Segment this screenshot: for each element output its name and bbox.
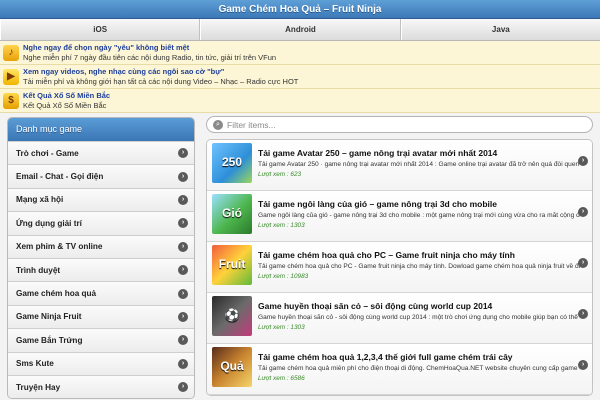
page-title: Game Chém Hoa Quả – Fruit Ninja [218, 4, 382, 15]
list-item[interactable]: Quả Tải game chém hoa quả 1,2,3,4 thế gi… [207, 344, 592, 395]
promo-banner-1[interactable]: ♪ Nghe ngay để chọn ngày "yêu" không biế… [0, 41, 600, 65]
item-title: Tải game chém hoa quả cho PC – Game frui… [258, 250, 515, 260]
item-view-count: Lượt xem : 10983 [258, 273, 309, 280]
item-description: Tải game Avatar 250 · game nông trại ava… [258, 161, 580, 168]
sidebar-item-label: Trình duyệt [16, 265, 61, 275]
promo-desc: Nghe miễn phí 7 ngày đầu tiên các nội du… [23, 52, 277, 62]
chevron-right-icon: › [578, 258, 588, 268]
sidebar-item-tro-choi[interactable]: Trò chơi - Game › [8, 141, 194, 165]
sidebar-item-label: Mạng xã hội [16, 195, 64, 205]
item-description: Tải game chém hoa quả cho PC - Game frui… [258, 263, 580, 270]
chevron-right-icon: › [178, 218, 188, 229]
sidebar-item-ung-dung[interactable]: Ứng dụng giải trí › [8, 211, 194, 235]
filter-input[interactable] [227, 119, 567, 130]
lottery-icon: $ [3, 92, 19, 109]
sidebar-item-ninja-fruit[interactable]: Game Ninja Fruit › [8, 304, 194, 329]
chevron-right-icon: › [578, 207, 588, 217]
item-title: Tải game chém hoa quả 1,2,3,4 thế giới f… [258, 352, 513, 362]
game-thumbnail: Fruit [212, 245, 252, 285]
chevron-right-icon: › [178, 265, 188, 276]
item-title: Tải game ngôi làng của gió – game nông t… [258, 199, 497, 209]
chevron-right-icon: › [178, 148, 188, 159]
sidebar-item-xem-phim[interactable]: Xem phim & TV online › [8, 234, 194, 258]
chevron-right-icon: › [178, 171, 188, 182]
chevron-right-icon: › [578, 360, 588, 370]
sidebar-title: Danh mục game [8, 118, 194, 141]
promo-title[interactable]: Kết Quả Xổ Số Miền Bắc [23, 91, 110, 101]
filter-bar: ⌕ [206, 116, 593, 133]
sidebar-item-truyen-hay[interactable]: Truyện Hay › [8, 374, 194, 399]
radio-icon: ♪ [3, 44, 19, 61]
chevron-right-icon: › [178, 241, 188, 252]
chevron-right-icon: › [178, 335, 188, 346]
category-sidebar: Danh mục game Trò chơi - Game › Email - C… [7, 117, 195, 400]
list-item[interactable]: Fruit Tải game chém hoa quả cho PC – Gam… [207, 242, 592, 293]
search-icon: ⌕ [213, 119, 223, 130]
game-thumbnail: 250 [212, 143, 252, 183]
sidebar-item-sms-kute[interactable]: Sms Kute › [8, 351, 194, 375]
promo-title[interactable]: Xem ngay videos, nghe nhạc cùng các ngôi… [23, 67, 298, 77]
sidebar-item-label: Truyện Hay [16, 382, 61, 392]
sidebar-item-label: Game Bắn Trứng [16, 335, 83, 345]
list-item[interactable]: Gió Tải game ngôi làng của gió – game nô… [207, 191, 592, 242]
game-list: 250 Tải game Avatar 250 – game nông trại… [206, 139, 593, 396]
sidebar-item-trinh-duyet[interactable]: Trình duyệt › [8, 257, 194, 282]
sidebar-item-ban-trung[interactable]: Game Bắn Trứng › [8, 328, 194, 352]
game-thumbnail: Quả [212, 347, 252, 387]
item-description: Tải game chém hoa quả miễn phí cho điện … [258, 365, 580, 372]
item-view-count: Lượt xem : 623 [258, 171, 302, 178]
sidebar-item-chem-hoa-qua[interactable]: Game chém hoa quả › [8, 281, 194, 305]
sidebar-item-email-chat[interactable]: Email - Chat - Gọi điện › [8, 164, 194, 188]
sidebar-item-label: Xem phim & TV online [16, 242, 103, 252]
tab-ios[interactable]: iOS [0, 19, 201, 40]
chevron-right-icon: › [578, 156, 588, 166]
tab-android[interactable]: Android [200, 19, 401, 40]
promo-desc: Kết Quả Xổ Số Miền Bắc [23, 100, 107, 110]
tab-java[interactable]: Java [400, 19, 600, 40]
sidebar-item-label: Email - Chat - Gọi điện [16, 172, 104, 182]
sidebar-item-label: Trò chơi - Game [16, 148, 79, 158]
item-description: Game ngôi làng của gió - game nông trại … [258, 212, 580, 219]
chevron-right-icon: › [178, 311, 188, 322]
list-item[interactable]: ⚽ Game huyền thoại săn cỏ – sôi động cùn… [207, 293, 592, 344]
chevron-right-icon: › [178, 194, 188, 205]
sidebar-item-label: Sms Kute [16, 359, 54, 369]
list-item[interactable]: 250 Tải game Avatar 250 – game nông trại… [207, 140, 592, 191]
video-icon: ▶ [3, 68, 19, 85]
chevron-right-icon: › [178, 288, 188, 299]
promo-title[interactable]: Nghe ngay để chọn ngày "yêu" không biết … [23, 43, 276, 53]
sidebar-item-label: Ứng dụng giải trí [16, 218, 82, 228]
item-view-count: Lượt xem : 1303 [258, 222, 305, 229]
sidebar-item-mang-xa-hoi[interactable]: Mạng xã hội › [8, 187, 194, 212]
chevron-right-icon: › [178, 358, 188, 369]
game-thumbnail: ⚽ [212, 296, 252, 336]
game-thumbnail: Gió [212, 194, 252, 234]
item-description: Game huyền thoại săn cỏ - sôi động cùng … [258, 314, 580, 321]
sidebar-item-label: Game Ninja Fruit [16, 312, 82, 322]
platform-navbar: iOS Android Java [0, 19, 600, 41]
promo-desc: Tải miễn phí và không giới hạn tất cả cá… [23, 76, 299, 86]
item-view-count: Lượt xem : 6586 [258, 375, 305, 382]
item-title: Game huyền thoại săn cỏ – sôi động cùng … [258, 301, 493, 311]
promo-banner-2[interactable]: ▶ Xem ngay videos, nghe nhạc cùng các ng… [0, 65, 600, 89]
chevron-right-icon: › [178, 382, 188, 393]
page-header: Game Chém Hoa Quả – Fruit Ninja [0, 0, 600, 19]
chevron-right-icon: › [578, 309, 588, 319]
item-view-count: Lượt xem : 1303 [258, 324, 305, 331]
sidebar-item-label: Game chém hoa quả [16, 289, 97, 299]
promo-banner-3[interactable]: $ Kết Quả Xổ Số Miền Bắc Kết Quả Xổ Số M… [0, 89, 600, 113]
item-title: Tải game Avatar 250 – game nông trại ava… [258, 148, 498, 158]
